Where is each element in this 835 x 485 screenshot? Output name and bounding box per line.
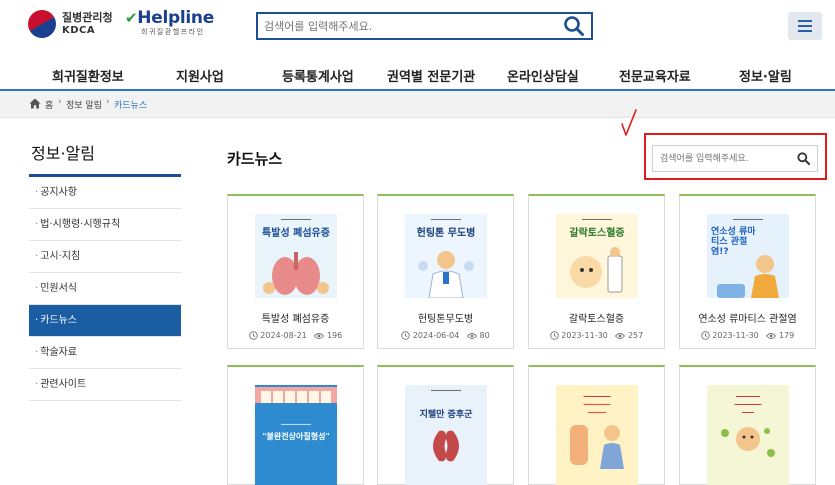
- card-thumbnail: ━━━━━━━━━━ 특발성 폐섬유증: [255, 214, 337, 298]
- nav-rare-disease-info[interactable]: 희귀질환정보: [52, 66, 124, 85]
- sidebar-item-related-sites[interactable]: · 관련사이트: [29, 369, 181, 401]
- card-news-item[interactable]: ━━━━━━━━━ ━━━━━━━━━ ━━━━━━: [528, 365, 665, 485]
- eye-icon: [314, 333, 325, 339]
- card-date: 2024-08-21: [260, 331, 307, 340]
- helpline-logo-sub: 희귀질환헬프라인: [141, 28, 205, 36]
- kdca-name-kr: 질병관리청: [62, 10, 113, 24]
- sidebar-item-academic[interactable]: · 학술자료: [29, 337, 181, 369]
- sidebar-item-guidelines[interactable]: · 고시·지침: [29, 241, 181, 273]
- main-navigation: 희귀질환정보 지원사업 등록통계사업 권역별 전문기관 온라인상담실 전문교육자…: [0, 58, 835, 91]
- nav-support-projects[interactable]: 지원사업: [176, 66, 224, 85]
- site-header: 질병관리청 KDCA ✔Helpline 희귀질환헬프라인: [0, 0, 835, 58]
- nav-registry-statistics[interactable]: 등록통계사업: [282, 66, 354, 85]
- baby-illustration-icon: [570, 247, 623, 293]
- helpline-check-icon: ✔: [125, 9, 138, 27]
- card-date: 2023-11-30: [712, 331, 759, 340]
- card-news-item[interactable]: ━━━━━━━━━━ 갈락토스혈증 갈락토스혈증 2023-11-30 257: [528, 194, 665, 349]
- card-thumbnail: ━━━━━━━━━ ━━━━━━━━━ ━━━━━━: [556, 385, 638, 485]
- lungs-illustration-icon: [263, 252, 329, 295]
- hamburger-menu-button[interactable]: [788, 12, 822, 40]
- card-thumbnail: ━━━━━━━━━━ 갈락토스혈증: [556, 214, 638, 298]
- sidebar-title: 정보·알림: [31, 144, 95, 163]
- card-thumbnail: ━━━━━━━━ ━━━━━━━━━ ━━━━: [707, 385, 789, 485]
- breadcrumb-separator-icon: ›: [106, 97, 110, 107]
- sick-person-illustration-icon: [721, 427, 775, 457]
- card-date: 2023-11-30: [561, 331, 608, 340]
- card-title[interactable]: 연소성 류마티스 관절염: [680, 310, 815, 325]
- breadcrumb: 홈 › 정보 알림 › 카드뉴스: [0, 91, 835, 118]
- kidney-illustration-icon: [433, 430, 459, 462]
- sidebar-item-notices[interactable]: · 공지사항: [29, 177, 181, 209]
- kdca-logo[interactable]: 질병관리청 KDCA: [22, 4, 113, 44]
- card-thumbnail: ━━━━━━━━━━ 연소성 류마티스 관절염!?: [707, 214, 789, 298]
- eye-icon: [766, 333, 777, 339]
- card-news-item[interactable]: ━━━━━━━━━━ 헌팅톤 무도병 헌팅톤무도병 2024-06-04 80: [377, 194, 514, 349]
- sidebar-item-label: 공지사항: [40, 187, 77, 198]
- card-views: 196: [326, 331, 343, 340]
- helpline-logo[interactable]: ✔Helpline 희귀질환헬프라인: [125, 8, 214, 37]
- breadcrumb-current: 카드뉴스: [114, 101, 148, 111]
- nav-education-materials[interactable]: 전문교육자료: [619, 66, 691, 85]
- card-title[interactable]: 특발성 폐섬유증: [228, 310, 363, 325]
- card-news-item[interactable]: ━━━━━━━━━━ "불완전상아질형성": [227, 365, 364, 485]
- card-date: 2024-06-04: [412, 331, 460, 340]
- sidebar-item-label: 민원서식: [40, 283, 77, 294]
- card-thumbnail: ━━━━━━━━━━ 지텔만 증후군: [405, 385, 487, 485]
- global-search: [256, 12, 593, 40]
- global-search-input[interactable]: [258, 14, 548, 38]
- clock-icon: [401, 331, 411, 340]
- annotation-check-mark-icon: [621, 109, 637, 136]
- card-views: 257: [627, 331, 644, 340]
- sidebar-item-forms[interactable]: · 민원서식: [29, 273, 181, 305]
- card-news-item[interactable]: ━━━━━━━━━━ 특발성 폐섬유증 특발성 폐섬유증 2024-08-21 …: [227, 194, 364, 349]
- sidebar: 정보·알림 · 공지사항 · 법·시행령·시행규칙 · 고시·지침 · 민원서식 · 카드…: [29, 140, 181, 401]
- thumbnail-title: 특발성 폐섬유증: [262, 228, 330, 239]
- nav-info-notice[interactable]: 정보·알림: [739, 66, 792, 85]
- card-news-item[interactable]: ━━━━━━━━━━ 지텔만 증후군: [377, 365, 514, 485]
- nav-regional-centers[interactable]: 권역별 전문기관: [387, 66, 475, 85]
- sidebar-item-laws[interactable]: · 법·시행령·시행규칙: [29, 209, 181, 241]
- breadcrumb-separator-icon: ›: [58, 97, 62, 107]
- sidebar-item-label: 법·시행령·시행규칙: [40, 219, 121, 230]
- thumbnail-title: 헌팅톤 무도병: [416, 228, 476, 239]
- card-views: 179: [778, 331, 795, 340]
- sidebar-item-card-news[interactable]: · 카드뉴스: [29, 305, 181, 337]
- thumbnail-title: 갈락토스혈증: [569, 228, 625, 239]
- card-views: 80: [479, 331, 490, 340]
- nav-online-counseling[interactable]: 온라인상담실: [507, 66, 579, 85]
- search-icon[interactable]: [563, 15, 585, 37]
- helpline-logo-text: Helpline: [137, 8, 214, 28]
- eye-icon: [615, 333, 626, 339]
- card-thumbnail: ━━━━━━━━━━ "불완전상아질형성": [255, 385, 337, 485]
- sidebar-item-label: 학술자료: [40, 347, 77, 358]
- person-illustration-icon: [570, 425, 624, 469]
- thumbnail-title: "불완전상아질형성": [262, 432, 330, 441]
- clock-icon: [248, 331, 258, 340]
- child-illustration-icon: [717, 255, 779, 298]
- breadcrumb-home[interactable]: 홈: [45, 98, 53, 111]
- annotation-highlight-box: [644, 133, 827, 180]
- home-icon[interactable]: [29, 98, 41, 109]
- sidebar-item-label: 관련사이트: [40, 379, 87, 390]
- doctor-illustration-icon: [418, 251, 474, 298]
- sidebar-item-label: 카드뉴스: [40, 315, 77, 326]
- teeth-illustration-icon: [255, 387, 337, 403]
- breadcrumb-level1[interactable]: 정보 알림: [66, 98, 102, 111]
- clock-icon: [549, 331, 559, 340]
- card-title[interactable]: 헌팅톤무도병: [378, 310, 513, 325]
- card-thumbnail: ━━━━━━━━━━ 헌팅톤 무도병: [405, 214, 487, 298]
- thumbnail-title: 지텔만 증후군: [419, 410, 473, 420]
- card-news-item[interactable]: ━━━━━━━━ ━━━━━━━━━ ━━━━: [679, 365, 816, 485]
- card-news-item[interactable]: ━━━━━━━━━━ 연소성 류마티스 관절염!? 연소성 류마티스 관절염 2…: [679, 194, 816, 349]
- page-title: 카드뉴스: [227, 150, 283, 168]
- eye-icon: [466, 333, 477, 339]
- clock-icon: [700, 331, 710, 340]
- kdca-name-en: KDCA: [62, 24, 96, 36]
- card-title[interactable]: 갈락토스혈증: [529, 310, 664, 325]
- taegeuk-emblem-icon: [22, 4, 62, 44]
- sidebar-item-label: 고시·지침: [40, 251, 81, 262]
